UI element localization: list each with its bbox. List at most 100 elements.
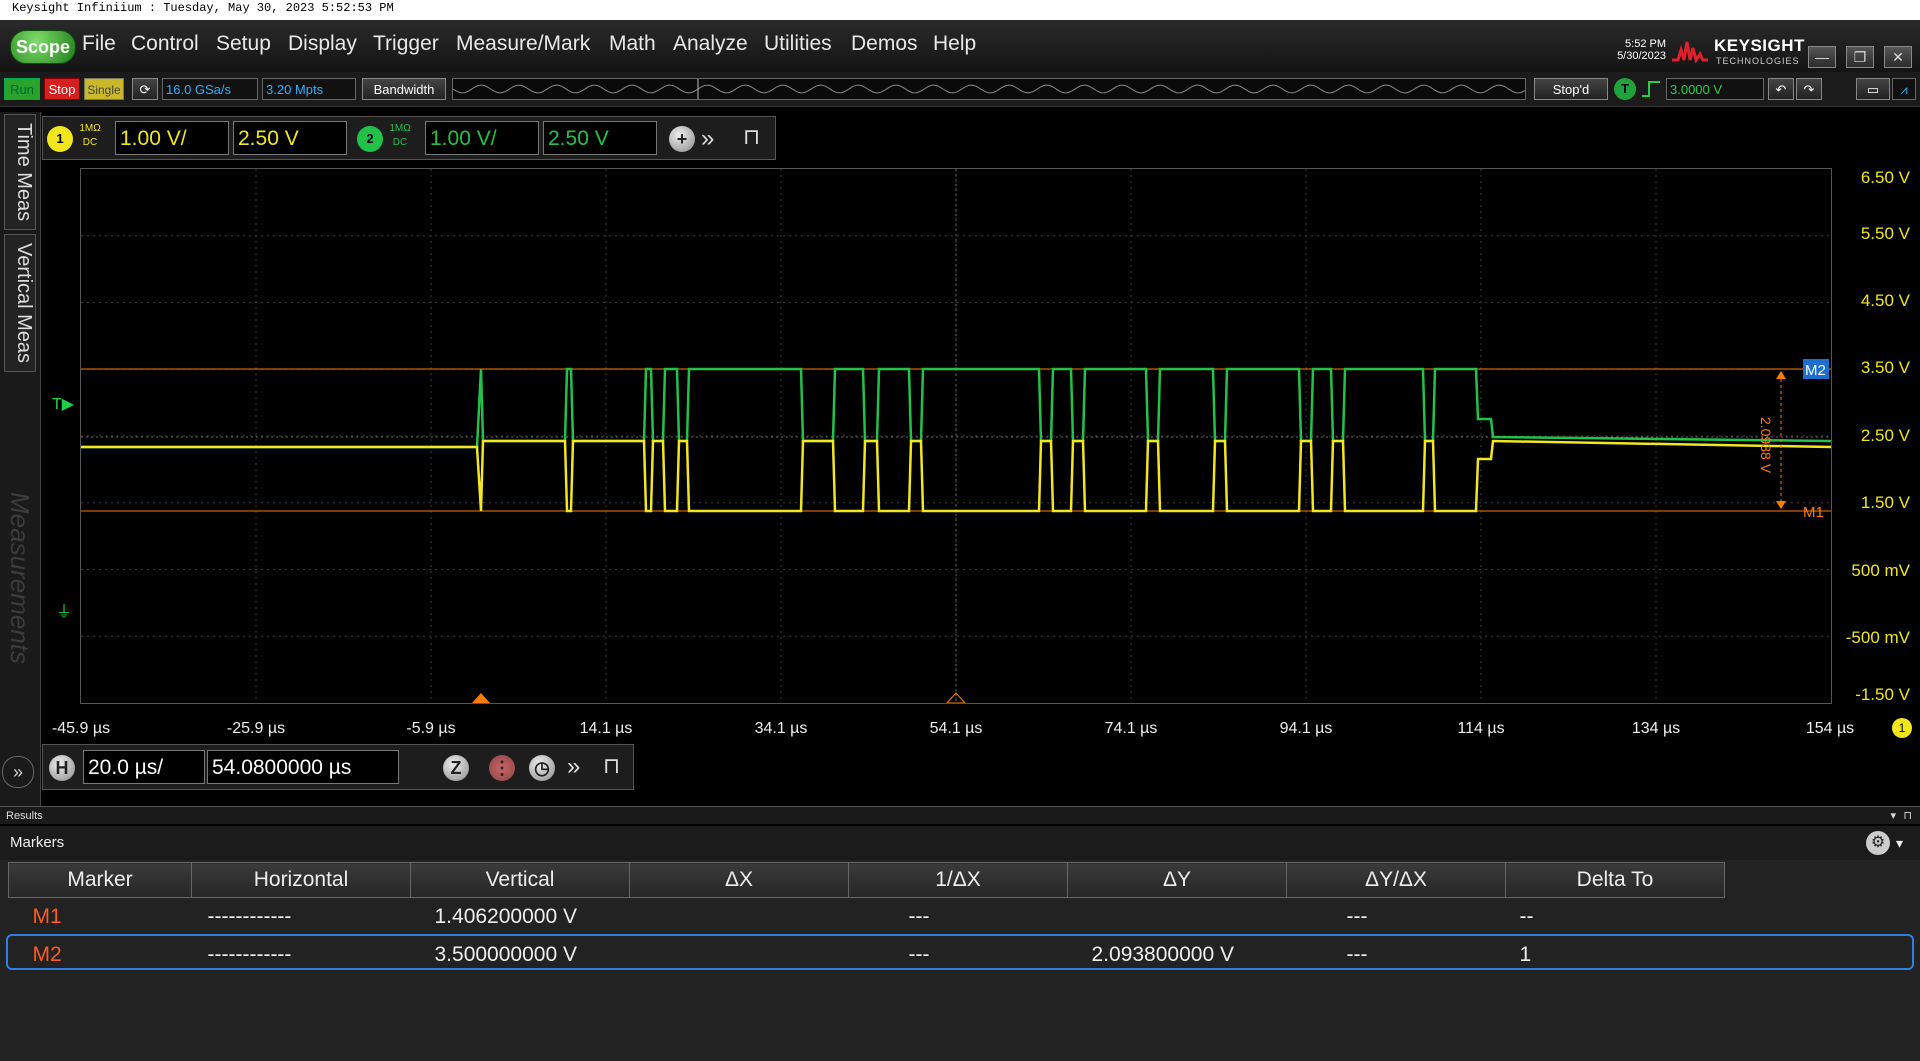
channel-1-dc: DC [82,137,98,148]
menu-help[interactable]: Help [933,32,976,56]
marker-dy-dx: --- [1346,905,1368,928]
collapse-panel-icon[interactable]: » [2,756,34,788]
x-tick-label: -5.9 µs [406,720,456,737]
bandwidth-button[interactable]: Bandwidth [362,78,446,100]
zoom-icon[interactable]: Z [443,755,469,781]
column-header[interactable]: Vertical [410,862,630,898]
channel-2-badge[interactable]: 2 [357,126,383,152]
horizontal-bar: H 20.0 µs/ 54.0800000 µs Z ⋮ ◷ » ⊓ [42,744,634,790]
menu-trigger[interactable]: Trigger [373,32,439,56]
add-channel-icon[interactable]: + [669,126,695,152]
memory-depth-field[interactable]: 3.20 Mpts [262,78,356,100]
pin-icon[interactable]: ⊓ [743,124,760,150]
redo-icon[interactable]: ↷ [1796,78,1822,100]
trigger-position-icon [472,693,490,703]
stopped-status: Stop'd [1534,78,1608,100]
y-tick-label: 2.50 V [1860,426,1910,445]
waveform-overview[interactable] [452,78,1526,100]
menu-file[interactable]: File [82,32,116,56]
trigger-level-field[interactable]: 3.0000 V [1666,78,1764,100]
channel-2-dc: DC [392,137,408,148]
acquisition-toolbar: Run Stop Single ⟳ 16.0 GSa/s 3.20 Mpts B… [0,72,1920,107]
side-tabs: Time Meas Vertical Meas Measurements [0,112,41,806]
marker-m1-label: M1 [1803,504,1824,521]
y-tick-label: 4.50 V [1860,291,1910,310]
menu-math[interactable]: Math [609,32,656,56]
settings-dropdown-icon[interactable]: ▾ [1896,826,1903,860]
selected-row-highlight [6,934,1914,970]
undo-icon[interactable]: ↶ [1768,78,1794,100]
tab-vertical-meas[interactable]: Vertical Meas [4,234,36,372]
menu-utilities[interactable]: Utilities [764,32,832,56]
sample-rate-field[interactable]: 16.0 GSa/s [162,78,258,100]
pin-horizontal-icon[interactable]: ⊓ [603,753,620,779]
menu-demos[interactable]: Demos [851,32,918,56]
expand-horizontal-icon[interactable]: » [567,753,580,781]
menu-control[interactable]: Control [131,32,199,56]
segment-icon[interactable]: ⋮ [489,755,515,781]
trigger-level-marker[interactable]: T▶ [52,394,74,414]
channel-2-offset[interactable]: 2.50 V [543,121,657,155]
column-header[interactable]: Delta To [1505,862,1725,898]
autoscale-icon[interactable]: ▭ [1856,78,1890,100]
channel-1-scale[interactable]: 1.00 V/ [115,121,229,155]
marker-horizontal: ------------ [207,905,292,928]
table-header-row: Marker Horizontal Vertical ΔX 1/ΔX ΔY ΔY… [8,862,1725,898]
channel-bar: 1 1MΩ DC 1.00 V/ 2.50 V 2 1MΩ DC 1.00 V/… [42,116,776,160]
close-icon[interactable]: ✕ [1884,46,1912,68]
menu-analyze[interactable]: Analyze [673,32,748,56]
horizontal-position[interactable]: 54.0800000 µs [207,750,399,784]
marker-name: M1 [32,905,62,928]
y-tick-label: 3.50 V [1860,358,1910,377]
column-header[interactable]: 1/ΔX [848,862,1068,898]
clock-time: 5:52 PM [1625,38,1666,50]
scope-button[interactable]: Scope [10,30,76,64]
menu-measure-mark[interactable]: Measure/Mark [456,32,590,56]
y-tick-label: -500 mV [1845,628,1910,647]
marker-m2-label: M2 [1805,362,1826,379]
y-tick-label: 5.50 V [1860,224,1910,243]
restore-icon[interactable]: ❐ [1846,46,1874,68]
delta-arrow-head [1776,371,1786,379]
x-tick-label: -45.9 µs [51,720,111,737]
expand-icon[interactable]: » [701,125,714,153]
x-tick-label: -25.9 µs [226,720,286,737]
trigger-icon[interactable]: T [1614,78,1636,100]
channel-1-offset[interactable]: 2.50 V [233,121,347,155]
clock-reference-icon[interactable]: ◷ [529,755,555,781]
trigger-marker-label: T [52,396,62,413]
minimize-icon[interactable]: — [1808,46,1836,68]
marker-dx [630,898,849,937]
ground-marker-icon[interactable]: ⏚ [56,598,72,622]
results-header[interactable]: Results ▾ ⊓ [0,806,1920,824]
pin-results-icon[interactable]: ⊓ [1903,807,1912,825]
column-header[interactable]: Marker [8,862,192,898]
table-row[interactable]: M1 ------------ 1.406200000 V --- --- -- [9,898,1725,937]
single-button[interactable]: Single [84,78,124,100]
menu-setup[interactable]: Setup [216,32,271,56]
run-button[interactable]: Run [4,78,40,100]
horizontal-badge[interactable]: H [49,755,75,781]
horizontal-scale[interactable]: 20.0 µs/ [83,750,205,784]
x-tick-label: 34.1 µs [754,720,808,737]
settings-gear-icon[interactable]: ⚙ [1866,831,1890,855]
channel-1-coupling[interactable]: 1MΩ DC [77,122,103,150]
column-header[interactable]: ΔX [629,862,849,898]
waveform-graph: 2.0938 V M2 M1 [81,169,1832,704]
waveform-plot[interactable]: 2.0938 V M2 M1 [80,168,1832,704]
menu-display[interactable]: Display [288,32,357,56]
channel-2-coupling[interactable]: 1MΩ DC [387,122,413,150]
column-header[interactable]: ΔY [1067,862,1287,898]
tab-time-meas[interactable]: Time Meas [4,114,36,230]
default-setup-icon[interactable]: ⩘ [1892,78,1916,100]
dropdown-icon[interactable]: ▾ [1890,807,1896,825]
channel-2-scale[interactable]: 1.00 V/ [425,121,539,155]
x-tick-label: 94.1 µs [1279,720,1333,737]
stop-button[interactable]: Stop [44,78,80,100]
column-header[interactable]: Horizontal [191,862,411,898]
rising-edge-icon[interactable] [1640,78,1662,100]
channel-1-scale-badge[interactable]: 1 [1892,718,1912,738]
column-header[interactable]: ΔY/ΔX [1286,862,1506,898]
acquisition-mode-icon[interactable]: ⟳ [132,78,158,100]
channel-1-badge[interactable]: 1 [47,126,73,152]
